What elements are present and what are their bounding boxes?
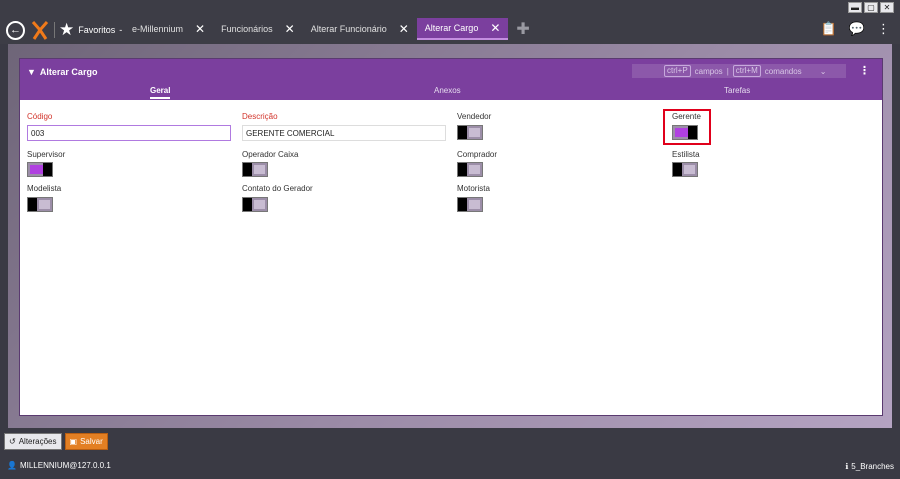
- tab-label: e-Millennium: [132, 24, 184, 34]
- status-branches[interactable]: ℹ 5_Branches: [845, 462, 894, 471]
- kebab-menu-icon[interactable]: ⋮: [877, 21, 890, 37]
- motorista-toggle[interactable]: [457, 197, 483, 212]
- chevron-down-icon[interactable]: ⌄: [820, 67, 827, 76]
- top-bar: ▬ ▢ ✕ ← ★ Favoritos - e-Millennium ✕ Fun…: [0, 0, 900, 44]
- shortcut-fields-label: campos: [694, 66, 723, 76]
- clipboard-icon[interactable]: 📋: [821, 21, 837, 37]
- info-icon: ℹ: [845, 462, 849, 471]
- modelista-toggle[interactable]: [27, 197, 53, 212]
- shortcut-hints: ctrl+P campos | ctrl+M comandos ⌄: [632, 64, 846, 78]
- close-icon[interactable]: ✕: [399, 22, 409, 36]
- vendedor-label: Vendedor: [457, 112, 492, 121]
- codigo-label: Código: [27, 112, 53, 121]
- tab-e-millennium[interactable]: e-Millennium ✕: [124, 18, 213, 40]
- arrow-left-icon: ←: [10, 24, 21, 36]
- estilista-toggle[interactable]: [672, 162, 698, 177]
- shortcut-fields-key: ctrl+P: [664, 65, 691, 77]
- close-icon[interactable]: ✕: [195, 22, 205, 36]
- tab-geral[interactable]: Geral: [150, 86, 171, 99]
- tab-alterar-funcionario[interactable]: Alterar Funcionário ✕: [303, 18, 417, 40]
- content-frame: ▼ Alterar Cargo ctrl+P campos | ctrl+M c…: [8, 44, 892, 428]
- tab-label: Alterar Funcionário: [310, 24, 387, 34]
- modelista-label: Modelista: [27, 184, 62, 193]
- operador-caixa-label: Operador Caixa: [242, 150, 299, 159]
- tab-alterar-cargo[interactable]: Alterar Cargo ✕: [416, 18, 509, 40]
- favorites-menu[interactable]: ★ Favoritos -: [59, 21, 122, 38]
- favorites-label: Favoritos: [78, 24, 116, 35]
- alteracoes-label: Alterações: [18, 437, 57, 446]
- top-right-icons: 📋 💬 ⋮: [821, 21, 890, 37]
- supervisor-toggle[interactable]: [27, 162, 53, 177]
- descricao-label: Descrição: [242, 112, 278, 121]
- tab-bar: e-Millennium ✕ Funcionários ✕ Alterar Fu…: [124, 18, 530, 40]
- close-icon[interactable]: ✕: [490, 21, 500, 35]
- save-label: Salvar: [80, 437, 103, 446]
- descricao-input[interactable]: GERENTE COMERCIAL: [242, 125, 446, 141]
- maximize-button[interactable]: ▢: [864, 2, 878, 13]
- minimize-button[interactable]: ▬: [848, 2, 862, 13]
- user-text: MILLENNIUM@127.0.0.1: [19, 461, 111, 470]
- panel-title[interactable]: ▼ Alterar Cargo: [27, 67, 97, 77]
- millennium-logo: [31, 21, 49, 40]
- floppy-disk-icon: ▣: [69, 437, 78, 446]
- close-icon[interactable]: ✕: [285, 22, 295, 36]
- action-bar: ↺ Alterações ▣ Salvar: [4, 433, 108, 450]
- contato-gerador-toggle[interactable]: [242, 197, 268, 212]
- history-icon: ↺: [9, 437, 16, 446]
- supervisor-label: Supervisor: [27, 150, 66, 159]
- panel-title-text: Alterar Cargo: [39, 67, 98, 77]
- tab-label: Alterar Cargo: [424, 23, 479, 33]
- alterar-cargo-panel: ▼ Alterar Cargo ctrl+P campos | ctrl+M c…: [19, 58, 883, 416]
- divider: [54, 22, 55, 38]
- vendedor-toggle[interactable]: [457, 125, 483, 140]
- triangle-down-icon: ▼: [27, 67, 36, 77]
- panel-header: ▼ Alterar Cargo ctrl+P campos | ctrl+M c…: [20, 59, 882, 100]
- tab-funcionarios[interactable]: Funcionários ✕: [213, 18, 303, 40]
- user-icon: 👤: [7, 461, 17, 470]
- sub-tabs: Geral Anexos Tarefas: [20, 86, 882, 100]
- motorista-label: Motorista: [457, 184, 490, 193]
- chevron-down-icon: -: [119, 24, 123, 35]
- shortcut-separator: |: [726, 66, 729, 76]
- panel-kebab-icon[interactable]: ⋮: [859, 64, 870, 77]
- codigo-input[interactable]: 003: [27, 125, 231, 141]
- status-user: 👤 MILLENNIUM@127.0.0.1: [7, 461, 111, 470]
- operador-caixa-toggle[interactable]: [242, 162, 268, 177]
- tab-tarefas[interactable]: Tarefas: [724, 86, 750, 95]
- alteracoes-button[interactable]: ↺ Alterações: [4, 433, 62, 450]
- star-icon: ★: [59, 20, 75, 39]
- contato-gerador-label: Contato do Gerador: [242, 184, 313, 193]
- add-tab-icon[interactable]: ✚: [508, 18, 529, 40]
- branches-text: 5_Branches: [851, 462, 894, 471]
- save-button[interactable]: ▣ Salvar: [64, 433, 108, 450]
- shortcut-commands-key: ctrl+M: [732, 65, 761, 77]
- highlight-box: [663, 109, 711, 145]
- chat-icon[interactable]: 💬: [849, 21, 865, 37]
- comprador-toggle[interactable]: [457, 162, 483, 177]
- shortcut-commands-label: comandos: [764, 66, 802, 76]
- tab-anexos[interactable]: Anexos: [434, 86, 461, 95]
- back-button[interactable]: ←: [6, 21, 25, 40]
- estilista-label: Estilista: [672, 150, 700, 159]
- close-window-button[interactable]: ✕: [880, 2, 894, 13]
- window-controls: ▬ ▢ ✕: [848, 2, 894, 13]
- comprador-label: Comprador: [457, 150, 498, 159]
- tab-label: Funcionários: [221, 24, 273, 34]
